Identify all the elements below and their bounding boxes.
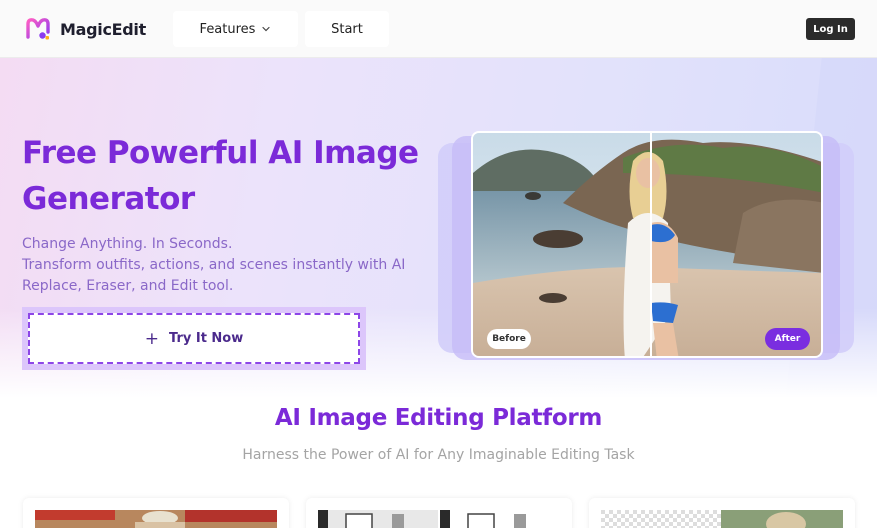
hero-subtitle-line1: Change Anything. In Seconds. xyxy=(22,236,233,252)
try-it-now-label: Try It Now xyxy=(169,331,244,346)
hero-subtitle: Change Anything. In Seconds. Transform o… xyxy=(22,234,422,297)
nav-start-label: Start xyxy=(331,21,363,37)
try-it-now-wrapper: + Try It Now xyxy=(22,307,366,370)
top-navigation-bar: MagicEdit Features Start Log In xyxy=(0,0,877,58)
before-after-comparison[interactable]: Before After xyxy=(471,131,823,358)
comparison-divider-handle[interactable] xyxy=(650,133,652,356)
before-label: Before xyxy=(487,329,531,349)
plus-icon: + xyxy=(144,328,159,349)
feature-card[interactable] xyxy=(23,498,289,528)
login-button[interactable]: Log In xyxy=(806,18,855,40)
feature-card-image xyxy=(601,510,843,528)
brand-name: MagicEdit xyxy=(60,19,146,39)
platform-subtitle: Harness the Power of AI for Any Imaginab… xyxy=(242,447,635,463)
feature-card[interactable] xyxy=(306,498,572,528)
brand-logo[interactable]: MagicEdit xyxy=(24,15,146,43)
nav-features-label: Features xyxy=(199,21,256,37)
beach-photo-image xyxy=(473,133,821,356)
hero-title: Free Powerful AI Image Generator xyxy=(22,135,419,217)
feature-card[interactable] xyxy=(589,498,855,528)
hero-subtitle-line2: Transform outfits, actions, and scenes i… xyxy=(22,257,406,294)
try-it-now-button[interactable]: + Try It Now xyxy=(28,313,360,364)
hero-section: Free Powerful AI Image Generator Change … xyxy=(0,58,877,398)
after-label: After xyxy=(765,328,810,350)
chevron-down-icon xyxy=(262,26,271,32)
feature-card-image xyxy=(35,510,277,528)
nav-features-dropdown[interactable]: Features xyxy=(173,11,298,47)
magicedit-logo-icon xyxy=(26,18,50,40)
platform-title: AI Image Editing Platform xyxy=(274,405,603,431)
feature-card-image xyxy=(318,510,560,528)
nav-start-link[interactable]: Start xyxy=(305,11,389,47)
